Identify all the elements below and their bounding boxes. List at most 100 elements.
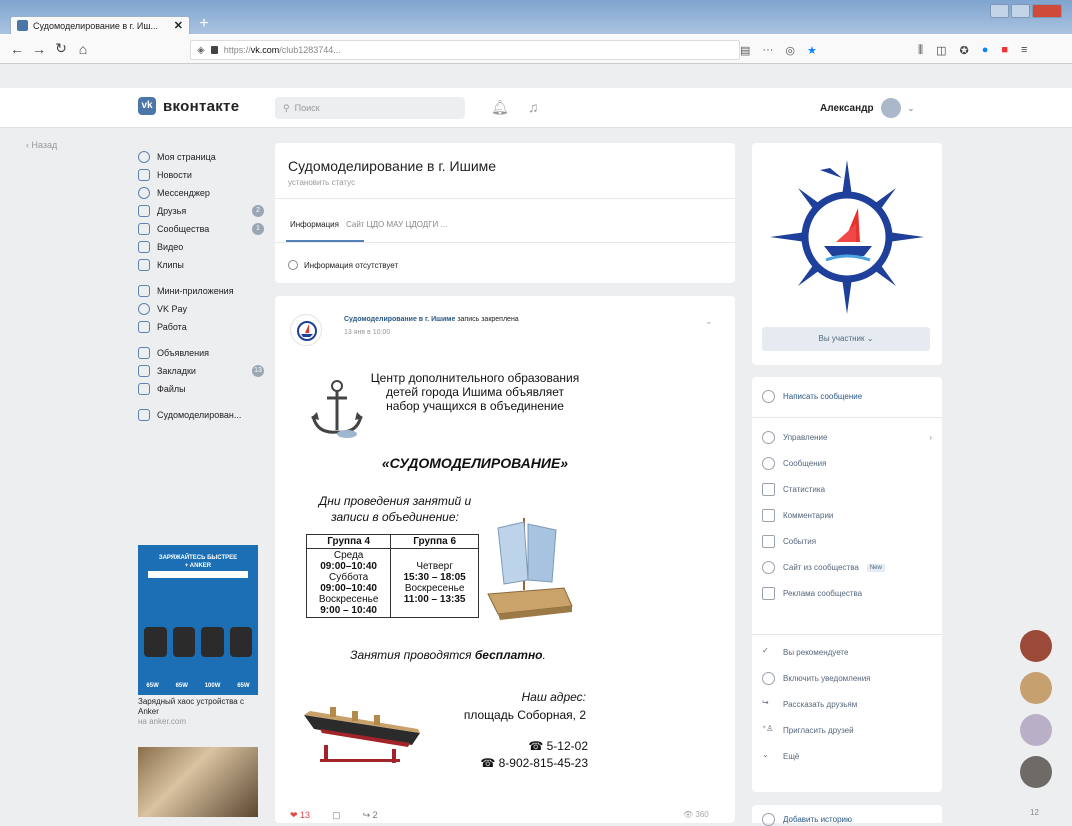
user-menu[interactable]: Александр ⌄: [820, 98, 914, 118]
search-input[interactable]: ⚲ Поиск: [275, 97, 465, 119]
ad-chargers-image: [144, 627, 252, 657]
schedule-table: Группа 4 Группа 6 Среда 09:00–10:40 Субб…: [305, 534, 479, 618]
browser-toolbar: ⫼ ◫ ✪ ● ■ ≡: [918, 42, 1068, 58]
ad-text[interactable]: Зарядный хаос устройства с Anker на anke…: [138, 697, 258, 727]
bookmarks-count-badge: 13: [252, 365, 264, 377]
ad-labels: 65W 65W 100W 65W: [146, 683, 250, 689]
divider: [275, 198, 735, 199]
add-person-icon: ⁺♙: [762, 724, 774, 733]
notifications-bell-icon[interactable]: 🔔︎: [491, 99, 509, 116]
menu-icon[interactable]: ≡: [1021, 44, 1027, 56]
tell-friends-button[interactable]: ↪ Рассказать друзьям: [762, 698, 857, 711]
statistics-link[interactable]: Статистика: [762, 483, 825, 496]
friend-avatar[interactable]: [1020, 672, 1052, 704]
vk-pay-icon: [138, 303, 150, 315]
notifications-toggle[interactable]: Включить уведомления: [762, 672, 871, 685]
extension-blue-icon[interactable]: ●: [982, 44, 989, 56]
home-icon[interactable]: ⌂: [72, 41, 94, 57]
community-ads-link[interactable]: Реклама сообщества: [762, 587, 862, 600]
stats-icon: [762, 483, 775, 496]
menu-item-bookmarks[interactable]: Закладки 13: [138, 362, 264, 380]
tab-information[interactable]: Информация: [290, 220, 339, 229]
member-status-button[interactable]: Вы участник ⌄: [762, 327, 930, 351]
menu-item-clips[interactable]: Клипы: [138, 256, 264, 274]
friend-avatar[interactable]: [1020, 714, 1052, 746]
back-link[interactable]: ‹ Назад: [26, 140, 57, 150]
invite-friends-button[interactable]: ⁺♙ Пригласить друзей: [762, 724, 854, 737]
chat-icon: [762, 457, 775, 470]
group-logo-compass-image[interactable]: [760, 150, 935, 325]
menu-item-communities[interactable]: Сообщества 1: [138, 220, 264, 238]
messages-link[interactable]: Сообщения: [762, 457, 826, 470]
bookmark-star-icon[interactable]: ★: [807, 44, 817, 57]
reader-view-icon[interactable]: ▤: [740, 44, 750, 57]
set-status-link[interactable]: установить статус: [288, 178, 355, 187]
manage-menu[interactable]: Управление ›: [762, 431, 932, 444]
forward-arrow-icon[interactable]: →: [28, 41, 50, 57]
extension-red-icon[interactable]: ■: [1001, 44, 1008, 56]
flyer-program: «СУДОМОДЕЛИРОВАНИЕ»: [381, 455, 569, 471]
menu-item-group[interactable]: Судомоделирован...: [138, 406, 264, 424]
minimize-button[interactable]: [990, 4, 1010, 18]
add-story-button[interactable]: Добавить историю: [762, 813, 852, 826]
back-arrow-icon[interactable]: ←: [6, 41, 28, 57]
chevron-down-icon[interactable]: ⌄: [705, 316, 713, 327]
post-date[interactable]: 13 янв в 10:00: [344, 329, 390, 336]
menu-item-messenger[interactable]: Мессенджер: [138, 184, 264, 202]
group4-schedule: Среда 09:00–10:40 Суббота 09:00–10:40 Во…: [305, 548, 392, 618]
group-icon: [138, 409, 150, 421]
ads-icon: [138, 347, 150, 359]
close-window-button[interactable]: [1032, 4, 1062, 18]
flyer-intro: Центр дополнительного образования детей …: [370, 371, 580, 413]
pocket-icon[interactable]: ◎: [785, 44, 795, 57]
menu-item-files[interactable]: Файлы: [138, 380, 264, 398]
search-icon: ⚲: [283, 102, 290, 113]
menu-item-friends[interactable]: Друзья 2: [138, 202, 264, 220]
menu-item-ads[interactable]: Объявления: [138, 344, 264, 362]
post-author-avatar[interactable]: [290, 314, 322, 346]
shield-icon[interactable]: ◈: [197, 45, 205, 56]
menu-item-video[interactable]: Видео: [138, 238, 264, 256]
community-site-link[interactable]: Сайт из сообщества New: [762, 561, 885, 574]
events-link[interactable]: События: [762, 535, 816, 548]
user-icon: [138, 151, 150, 163]
flyer-phones: ☎ 5-12-02 ☎ 8-902-815-45-23: [480, 739, 588, 770]
menu-item-mini-apps[interactable]: Мини-приложения: [138, 282, 264, 300]
left-menu: Моя страница Новости Мессенджер Друзья 2 …: [138, 148, 264, 424]
apps-icon: [138, 285, 150, 297]
table-row: Среда 09:00–10:40 Суббота 09:00–10:40 Во…: [305, 548, 479, 618]
url-bar[interactable]: ◈ https://vk.com/club1283744...: [190, 40, 740, 60]
reload-icon[interactable]: ↻: [50, 40, 72, 57]
tab-site[interactable]: Сайт ЦДО МАУ ЦДОДГИ ...: [346, 220, 447, 229]
menu-item-my-page[interactable]: Моя страница: [138, 148, 264, 166]
menu-item-jobs[interactable]: Работа: [138, 318, 264, 336]
friend-avatar[interactable]: [1020, 756, 1052, 788]
comments-link[interactable]: Комментарии: [762, 509, 833, 522]
post-author[interactable]: Судомоделирование в г. Ишиме запись закр…: [344, 316, 519, 323]
music-icon[interactable]: ♫: [528, 99, 539, 115]
write-message-button[interactable]: Написать сообщение: [762, 390, 862, 403]
more-button[interactable]: ⌄ Ещё: [762, 750, 799, 763]
sidebar-icon[interactable]: ◫: [936, 44, 946, 57]
like-button[interactable]: ❤ 13: [290, 810, 310, 821]
friend-avatar[interactable]: [1020, 630, 1052, 662]
extension-icon[interactable]: ✪: [959, 44, 968, 57]
vk-logo[interactable]: vk вконтакте: [138, 97, 239, 115]
library-icon[interactable]: ⫼: [918, 44, 923, 57]
menu-item-news[interactable]: Новости: [138, 166, 264, 184]
share-button[interactable]: ↪ 2: [363, 810, 378, 821]
divider: [752, 417, 942, 418]
briefcase-icon: [138, 321, 150, 333]
ad-banner-2-image[interactable]: [138, 747, 258, 817]
ad-banner[interactable]: ЗАРЯЖАЙТЕСЬ БЫСТРЕЕ + ANKER 65W 65W 100W 65…: [138, 545, 258, 695]
recommend-toggle[interactable]: ✓ Вы рекомендуете: [762, 646, 848, 659]
close-tab-icon[interactable]: ✕: [174, 19, 183, 32]
menu-item-vk-pay[interactable]: VK Pay: [138, 300, 264, 318]
new-tab-button[interactable]: +: [194, 16, 214, 34]
browser-tab[interactable]: Судомоделирование в г. Иш... ✕: [10, 16, 190, 34]
table-row: Группа 4 Группа 6: [305, 534, 479, 549]
comment-icon[interactable]: ▢: [332, 810, 341, 821]
url-bar-actions: ▤ ··· ◎ ★: [740, 42, 850, 58]
maximize-button[interactable]: [1011, 4, 1031, 18]
page-actions-icon[interactable]: ···: [762, 44, 773, 56]
